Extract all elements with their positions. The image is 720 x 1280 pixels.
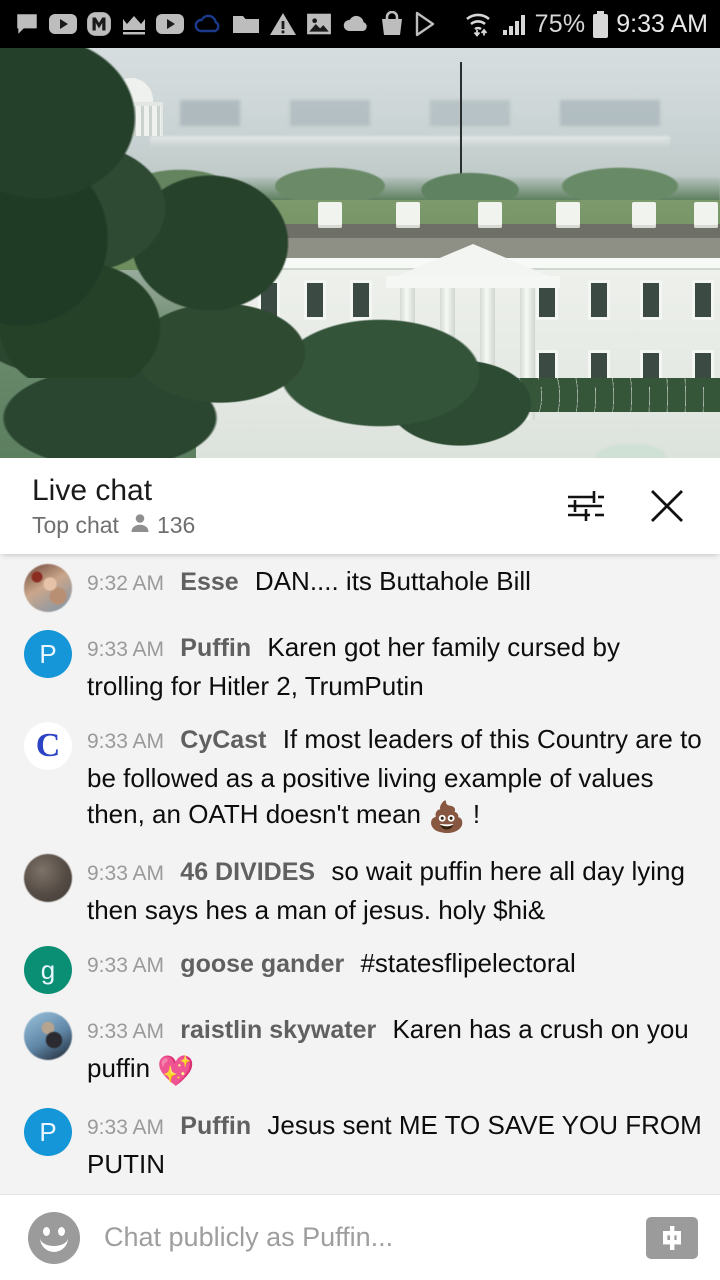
person-icon [129, 512, 151, 539]
page-title: Live chat [32, 473, 153, 507]
chat-subtitle-row: Top chat 136 [32, 512, 562, 539]
youtube-live-chat-screen: 75% 9:33 AM Live chat Top chat 136 9:32 … [0, 0, 720, 1280]
youtube-icon-2 [156, 11, 184, 37]
message-author[interactable]: Esse [180, 568, 238, 596]
chat-message[interactable]: C 9:33 AM CyCast If most leaders of this… [0, 712, 720, 844]
clock-label: 9:33 AM [616, 9, 708, 38]
avatar[interactable]: C [24, 722, 72, 770]
message-author[interactable]: Puffin [180, 1112, 251, 1140]
message-timestamp: 9:33 AM [87, 730, 165, 753]
sparkling-heart-emoji: 💖 [157, 1055, 195, 1088]
chat-title-group: Live chat Top chat 136 [32, 474, 562, 539]
chat-message-body: 9:33 AM goose gander #statesflipelectora… [72, 944, 702, 984]
chat-message[interactable]: g 9:33 AM goose gander #statesflipelecto… [0, 936, 720, 1002]
message-text: so wait puffin here all day lying then s… [87, 856, 685, 925]
status-bar-system-icons: 75% 9:33 AM [463, 10, 708, 39]
live-chat-header: Live chat Top chat 136 [0, 458, 720, 554]
close-icon[interactable] [644, 483, 690, 529]
message-text: DAN.... its Buttahole Bill [254, 566, 531, 596]
folder-icon [232, 12, 260, 36]
cellular-signal-icon [502, 12, 528, 36]
emoji-smiley-icon[interactable] [28, 1211, 80, 1264]
avatar[interactable] [24, 564, 72, 612]
message-timestamp: 9:33 AM [87, 638, 165, 661]
video-player[interactable] [0, 48, 720, 458]
video-distant-skyline [180, 100, 660, 126]
avatar[interactable] [24, 1012, 72, 1060]
avatar-letter: C [35, 727, 61, 764]
message-author[interactable]: 46 DIVIDES [180, 858, 315, 886]
avatar-letter: P [39, 638, 57, 669]
chat-message-body: 9:33 AM raistlin skywater Karen has a cr… [72, 1010, 702, 1090]
play-store-icon [413, 11, 437, 37]
chat-message[interactable]: 9:33 AM raistlin skywater Karen has a cr… [0, 1002, 720, 1098]
message-author[interactable]: Puffin [180, 634, 251, 662]
message-text-tail: ! [472, 799, 481, 829]
message-timestamp: 9:33 AM [87, 1020, 165, 1043]
battery-percent-label: 75% [534, 9, 586, 38]
message-timestamp: 9:33 AM [87, 862, 165, 885]
chat-message-body: 9:33 AM Puffin Karen got her family curs… [72, 628, 702, 704]
status-bar-notification-icons [14, 11, 463, 37]
message-timestamp: 9:33 AM [87, 1116, 165, 1139]
chat-message[interactable]: P 9:33 AM Puffin Jesus sent ME TO SAVE Y… [0, 1098, 720, 1190]
image-icon [306, 11, 332, 37]
poop-emoji: 💩 [428, 801, 466, 834]
message-timestamp: 9:32 AM [87, 572, 165, 595]
avatar[interactable]: P [24, 1108, 72, 1156]
avatar-letter: P [39, 1116, 57, 1147]
chat-message-body: 9:32 AM Esse DAN.... its Buttahole Bill [72, 562, 702, 602]
avatar[interactable]: P [24, 630, 72, 678]
chat-message-body: 9:33 AM CyCast If most leaders of this C… [72, 720, 702, 836]
chat-header-actions [562, 483, 700, 529]
status-bar: 75% 9:33 AM [0, 0, 720, 48]
viewer-count-group: 136 [129, 512, 195, 539]
message-icon [14, 11, 40, 37]
chat-message[interactable]: 9:33 AM 46 DIVIDES so wait puffin here a… [0, 844, 720, 936]
avatar[interactable] [24, 854, 72, 902]
crown-icon [121, 13, 147, 35]
battery-icon [592, 10, 609, 38]
message-author[interactable]: goose gander [180, 950, 344, 978]
chat-input[interactable] [80, 1222, 646, 1253]
avatar[interactable]: g [24, 946, 72, 994]
chat-message-body: 9:33 AM Puffin Jesus sent ME TO SAVE YOU… [72, 1106, 702, 1182]
chat-message-list[interactable]: 9:32 AM Esse DAN.... its Buttahole Bill … [0, 554, 720, 1194]
m-badge-icon [86, 11, 112, 37]
message-author[interactable]: CyCast [180, 726, 266, 754]
message-text: #statesflipelectoral [360, 948, 576, 978]
wifi-data-icon [463, 11, 495, 37]
warning-icon [269, 11, 297, 37]
chat-message[interactable]: P 9:33 AM Puffin Karen got her family cu… [0, 620, 720, 712]
message-author[interactable]: raistlin skywater [180, 1016, 376, 1044]
shopping-bag-icon [380, 11, 404, 37]
message-timestamp: 9:33 AM [87, 954, 165, 977]
chat-mode-label[interactable]: Top chat [32, 512, 119, 539]
message-text: Karen got her family cursed by trolling … [87, 632, 620, 701]
large-left-tree [0, 48, 210, 378]
viewer-count-label: 136 [156, 511, 196, 538]
youtube-icon [49, 11, 77, 37]
tune-sliders-icon[interactable] [562, 483, 608, 529]
cloud-outline-icon [193, 12, 223, 36]
avatar-letter: g [40, 954, 56, 985]
cloud-icon [341, 13, 371, 35]
chat-input-bar [0, 1194, 720, 1280]
chat-message[interactable]: 9:32 AM Esse DAN.... its Buttahole Bill [0, 554, 720, 620]
super-chat-dollar-icon[interactable] [646, 1216, 698, 1259]
chat-message-body: 9:33 AM 46 DIVIDES so wait puffin here a… [72, 852, 702, 928]
